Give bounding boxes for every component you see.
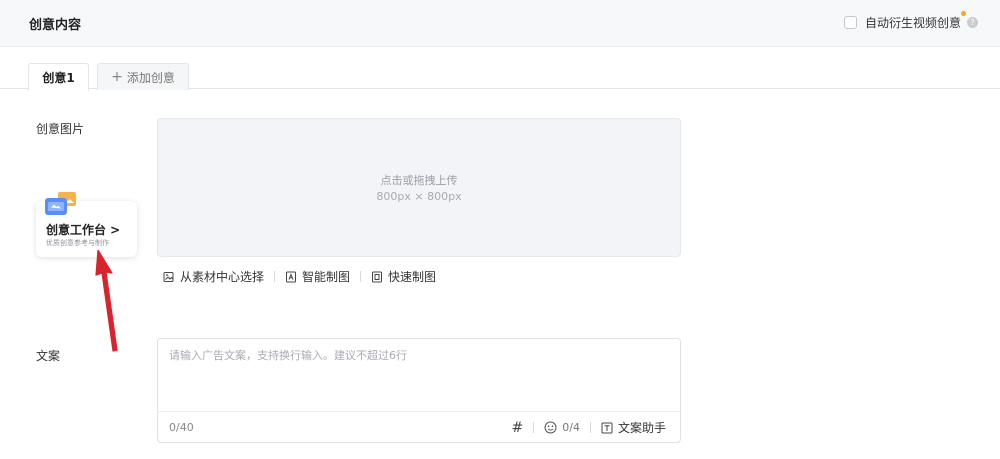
new-dot-icon — [961, 11, 966, 16]
char-count: 0/40 — [169, 421, 194, 434]
copy-field-label: 文案 — [36, 349, 61, 363]
tool-divider — [533, 422, 535, 433]
quick-image-button[interactable]: 快速制图 — [371, 268, 436, 285]
emoji-button[interactable]: 0/4 — [544, 421, 580, 434]
ai-image-icon — [286, 271, 297, 282]
quick-image-label: 快速制图 — [388, 270, 437, 284]
tool-divider — [589, 422, 591, 433]
auto-derive-label-wrap: 自动衍生视频创意 — [865, 11, 966, 31]
emoji-icon — [544, 421, 557, 434]
image-tools: 从素材中心选择 智能制图 快速制图 — [163, 268, 436, 285]
material-center-button[interactable]: 从素材中心选择 — [163, 268, 264, 285]
auto-derive-label[interactable]: 自动衍生视频创意 — [865, 16, 961, 30]
copy-input[interactable] — [169, 349, 669, 362]
emoji-count: 0/4 — [562, 421, 580, 434]
add-creative-tab[interactable]: + 添加创意 — [97, 63, 189, 90]
copy-tools: # 0/4 文案助手 — [512, 419, 666, 436]
creative-studio-title: 创意工作台 > — [46, 223, 121, 237]
annotation-arrow — [95, 250, 118, 352]
image-upload-area[interactable]: 点击或拖拽上传 800px × 800px — [157, 118, 681, 257]
creative-studio-subtitle: 优质创意参考与制作 — [46, 239, 109, 247]
add-creative-label: 添加创意 — [126, 70, 175, 85]
plus-icon: + — [111, 69, 123, 85]
material-center-label: 从素材中心选择 — [180, 270, 265, 284]
hashtag-button[interactable]: # — [512, 420, 524, 436]
smart-image-button[interactable]: 智能制图 — [285, 268, 350, 285]
copy-assistant-label: 文案助手 — [617, 421, 666, 435]
material-library-icon — [163, 271, 174, 282]
upload-hint: 点击或拖拽上传 — [380, 174, 458, 187]
auto-derive-option[interactable]: 自动衍生视频创意 ? — [843, 11, 978, 31]
content-header: 创意内容 自动衍生视频创意 ? — [0, 0, 1000, 47]
page-title: 创意内容 — [29, 18, 82, 33]
tool-divider — [360, 271, 362, 282]
smart-image-label: 智能制图 — [302, 270, 351, 284]
tool-divider — [274, 271, 276, 282]
tab-creative-1[interactable]: 创意1 — [28, 63, 89, 91]
help-icon[interactable]: ? — [967, 17, 978, 28]
text-assistant-icon — [601, 422, 613, 433]
image-field-label: 创意图片 — [36, 122, 85, 136]
creative-tabs: 创意1 + 添加创意 — [0, 47, 1000, 91]
upload-size-hint: 800px × 800px — [376, 190, 462, 203]
auto-derive-checkbox[interactable] — [843, 16, 857, 29]
quick-image-icon — [372, 271, 383, 282]
image-gallery-icon — [45, 192, 76, 215]
copy-footer: 0/40 # 0/4 文案助手 — [158, 411, 680, 442]
copy-textarea-box: 0/40 # 0/4 文案助手 — [157, 338, 681, 443]
copy-assistant-button[interactable]: 文案助手 — [601, 419, 666, 436]
